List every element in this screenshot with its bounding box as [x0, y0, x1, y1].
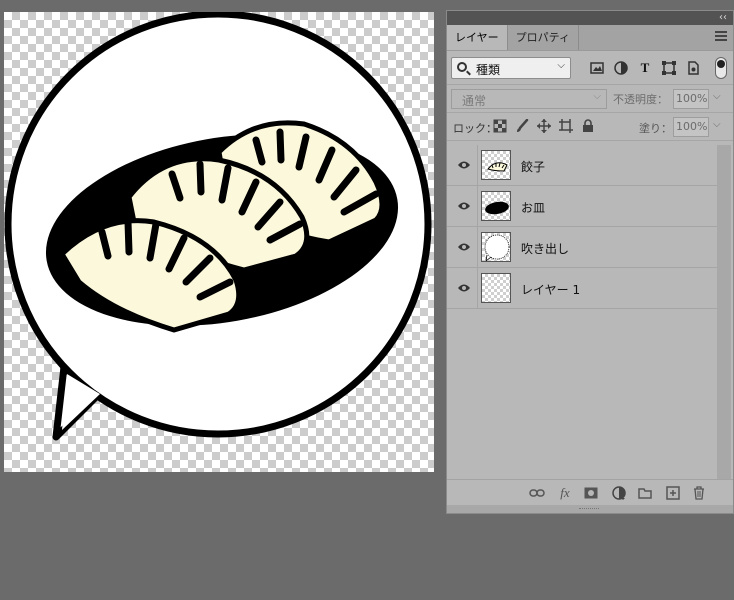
new-group-icon[interactable] — [637, 486, 653, 500]
panel-menu-icon[interactable] — [715, 31, 727, 43]
visibility-eye-icon[interactable] — [457, 282, 471, 294]
image-filter-icon[interactable] — [589, 60, 605, 76]
delete-layer-icon[interactable] — [691, 486, 707, 500]
layer-thumbnail-gyoza — [481, 150, 511, 180]
filter-kind-label: 種類 — [476, 63, 501, 77]
shape-filter-icon[interactable] — [661, 60, 677, 76]
fill-label: 塗り： — [639, 122, 672, 135]
lock-row: ロック： 塗り： 100% ⌵ — [447, 113, 733, 141]
lock-image-pixels-icon[interactable] — [515, 118, 529, 133]
layers-list: 餃子 お皿 吹き出し レイヤー 1 — [447, 145, 717, 479]
new-layer-icon[interactable] — [665, 486, 681, 500]
blend-row: 通常 ⌵ 不透明度： 100% ⌵ — [447, 85, 733, 113]
layer-thumbnail-bubble — [481, 232, 511, 262]
layer-row-speech-bubble[interactable]: 吹き出し — [447, 227, 717, 268]
panel-tabs: レイヤー プロパティ — [447, 25, 733, 51]
layer-name: お皿 — [521, 201, 546, 215]
adjustment-filter-icon[interactable] — [613, 60, 629, 76]
layer-name: 餃子 — [521, 160, 546, 174]
smart-object-filter-icon[interactable] — [685, 60, 701, 76]
document-canvas[interactable] — [4, 12, 434, 472]
blend-mode-value: 通常 — [462, 94, 487, 108]
visibility-eye-icon[interactable] — [457, 241, 471, 253]
link-layers-icon[interactable] — [529, 486, 545, 500]
opacity-input[interactable]: 100% — [673, 89, 709, 109]
new-adjustment-layer-icon[interactable] — [611, 486, 627, 500]
opacity-dropdown-icon[interactable]: ⌵ — [713, 91, 721, 102]
opacity-label: 不透明度： — [613, 93, 668, 106]
layer-thumbnail-empty — [481, 273, 511, 303]
visibility-eye-icon[interactable] — [457, 159, 471, 171]
lock-all-icon[interactable] — [581, 119, 595, 133]
panel-title-bar[interactable]: ‹‹ — [447, 11, 733, 25]
layer-thumbnail-plate — [481, 191, 511, 221]
fill-input[interactable]: 100% — [673, 117, 709, 137]
chevron-down-icon: ⌵ — [593, 91, 601, 102]
search-icon — [457, 62, 467, 72]
layers-bottom-toolbar: fx — [447, 479, 733, 505]
visibility-eye-icon[interactable] — [457, 200, 471, 212]
layer-filter-row: 種類 ⌵ T — [447, 51, 733, 85]
tab-layers[interactable]: レイヤー — [447, 25, 508, 50]
lock-position-icon[interactable] — [537, 119, 551, 133]
panel-resize-grip[interactable] — [447, 505, 733, 513]
chevron-down-icon: ⌵ — [557, 60, 565, 71]
artwork — [4, 12, 432, 441]
tab-properties[interactable]: プロパティ — [508, 25, 580, 50]
layer-name: 吹き出し — [521, 242, 570, 256]
layer-name: レイヤー 1 — [521, 283, 581, 297]
lock-label: ロック： — [453, 122, 497, 135]
blend-mode-select[interactable]: 通常 ⌵ — [451, 89, 607, 109]
lock-artboard-icon[interactable] — [559, 119, 573, 133]
filter-toggle-switch[interactable] — [715, 57, 727, 79]
add-mask-icon[interactable] — [583, 486, 599, 500]
layer-row-layer-1[interactable]: レイヤー 1 — [447, 268, 717, 309]
layer-row-gyoza[interactable]: 餃子 — [447, 145, 717, 186]
layer-row-plate[interactable]: お皿 — [447, 186, 717, 227]
fx-icon[interactable]: fx — [557, 485, 573, 500]
layers-scrollbar[interactable] — [717, 145, 731, 479]
fill-dropdown-icon[interactable]: ⌵ — [713, 119, 721, 130]
lock-transparent-pixels-icon[interactable] — [493, 119, 507, 133]
type-filter-icon[interactable]: T — [637, 60, 653, 76]
collapse-panel-icon[interactable]: ‹‹ — [719, 11, 727, 25]
filter-kind-select[interactable]: 種類 ⌵ — [451, 57, 571, 79]
layers-panel: ‹‹ レイヤー プロパティ 種類 ⌵ T 通常 ⌵ 不透明度： 100% ⌵ ロ… — [446, 10, 734, 514]
